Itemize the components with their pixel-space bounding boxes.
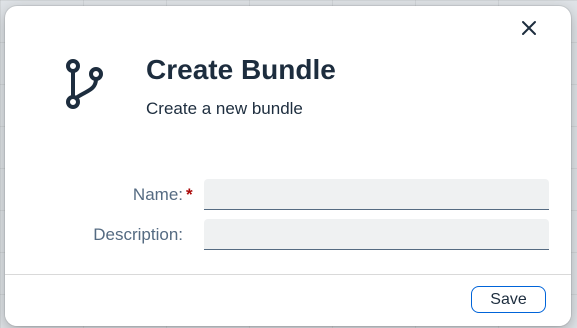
name-label: Name: xyxy=(132,185,183,204)
description-input[interactable] xyxy=(204,219,549,250)
required-marker: * xyxy=(186,185,193,204)
branch-icon xyxy=(60,58,108,114)
close-icon xyxy=(522,21,536,35)
dialog-title: Create Bundle xyxy=(146,54,336,85)
description-label: Description: xyxy=(93,225,183,244)
create-bundle-dialog: Create Bundle Create a new bundle Name: … xyxy=(5,6,571,326)
save-button[interactable]: Save xyxy=(471,286,546,313)
name-input[interactable] xyxy=(204,179,549,210)
close-button[interactable] xyxy=(516,15,542,41)
dialog-subtitle: Create a new bundle xyxy=(146,99,303,118)
